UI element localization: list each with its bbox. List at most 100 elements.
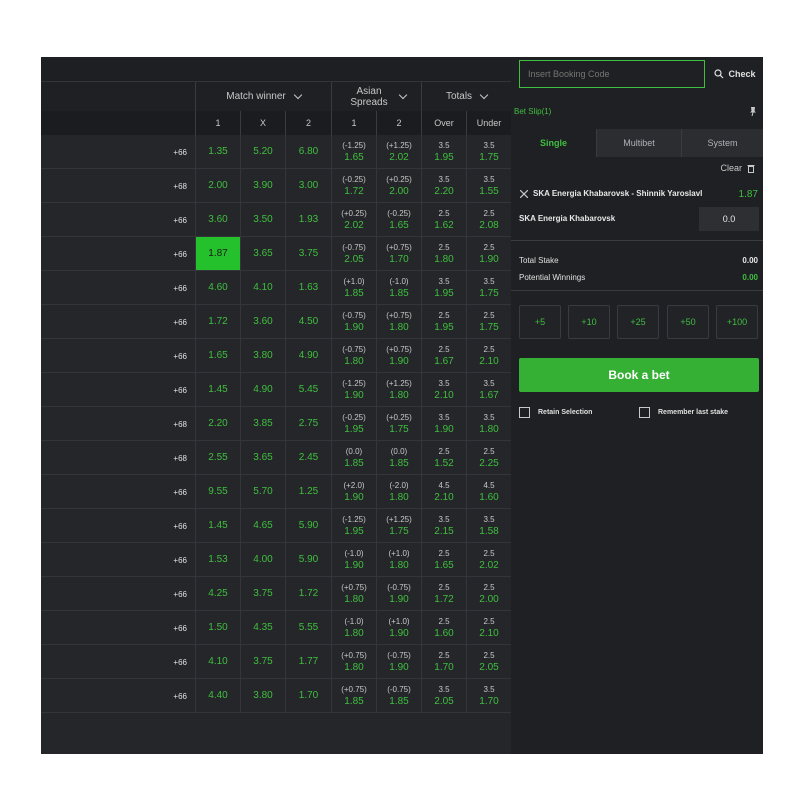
odd-spread-1[interactable]: (0.0) 1.85 bbox=[331, 441, 376, 474]
odd-over[interactable]: 2.5 1.67 bbox=[421, 339, 466, 372]
close-icon[interactable] bbox=[520, 190, 528, 198]
odd-home[interactable]: 1.65 bbox=[195, 339, 240, 372]
remember-last-stake-checkbox[interactable]: Remember last stake bbox=[639, 407, 728, 418]
odd-away[interactable]: 2.45 bbox=[285, 441, 331, 474]
more-markets-link[interactable]: +66 bbox=[161, 679, 187, 713]
odd-under[interactable]: 3.5 1.67 bbox=[466, 373, 511, 406]
odd-under[interactable]: 4.5 1.60 bbox=[466, 475, 511, 508]
odd-spread-1[interactable]: (+0.75) 1.85 bbox=[331, 679, 376, 712]
more-markets-link[interactable]: +68 bbox=[161, 169, 187, 203]
odd-draw[interactable]: 3.65 bbox=[240, 441, 285, 474]
market-totals[interactable]: Totals bbox=[421, 82, 511, 111]
odd-under[interactable]: 2.5 2.05 bbox=[466, 645, 511, 678]
odd-over[interactable]: 3.5 1.95 bbox=[421, 271, 466, 304]
odd-away[interactable]: 1.77 bbox=[285, 645, 331, 678]
more-markets-link[interactable]: +66 bbox=[161, 611, 187, 645]
odd-under[interactable]: 2.5 1.75 bbox=[466, 305, 511, 338]
retain-selection-checkbox[interactable]: Retain Selection bbox=[519, 407, 592, 418]
odd-spread-2[interactable]: (-2.0) 1.80 bbox=[376, 475, 421, 508]
odd-over[interactable]: 2.5 1.60 bbox=[421, 611, 466, 644]
tab-multibet[interactable]: Multibet bbox=[596, 129, 681, 157]
odd-spread-2[interactable]: (-1.0) 1.85 bbox=[376, 271, 421, 304]
odd-spread-2[interactable]: (+0.25) 1.75 bbox=[376, 407, 421, 440]
odd-away[interactable]: 1.25 bbox=[285, 475, 331, 508]
odd-under[interactable]: 2.5 2.25 bbox=[466, 441, 511, 474]
odd-spread-2[interactable]: (+1.25) 2.02 bbox=[376, 135, 421, 168]
odd-draw[interactable]: 5.20 bbox=[240, 135, 285, 168]
quick-stake-10[interactable]: +10 bbox=[568, 305, 610, 339]
odd-home[interactable]: 9.55 bbox=[195, 475, 240, 508]
odd-under[interactable]: 2.5 2.00 bbox=[466, 577, 511, 610]
more-markets-link[interactable]: +66 bbox=[161, 509, 187, 543]
odd-draw[interactable]: 3.80 bbox=[240, 339, 285, 372]
odd-spread-1[interactable]: (-1.25) 1.65 bbox=[331, 135, 376, 168]
odd-over[interactable]: 2.5 1.52 bbox=[421, 441, 466, 474]
more-markets-link[interactable]: +66 bbox=[161, 203, 187, 237]
odd-draw[interactable]: 3.60 bbox=[240, 305, 285, 338]
odd-spread-1[interactable]: (+1.0) 1.85 bbox=[331, 271, 376, 304]
odd-spread-1[interactable]: (-0.75) 1.80 bbox=[331, 339, 376, 372]
odd-away[interactable]: 3.00 bbox=[285, 169, 331, 202]
quick-stake-50[interactable]: +50 bbox=[667, 305, 709, 339]
odd-over[interactable]: 4.5 2.10 bbox=[421, 475, 466, 508]
more-markets-link[interactable]: +66 bbox=[161, 135, 187, 169]
more-markets-link[interactable]: +66 bbox=[161, 475, 187, 509]
more-markets-link[interactable]: +66 bbox=[161, 543, 187, 577]
odd-under[interactable]: 2.5 1.90 bbox=[466, 237, 511, 270]
odd-away[interactable]: 4.90 bbox=[285, 339, 331, 372]
odd-spread-1[interactable]: (-0.75) 1.90 bbox=[331, 305, 376, 338]
odd-spread-1[interactable]: (-1.25) 1.95 bbox=[331, 509, 376, 542]
odd-home[interactable]: 2.00 bbox=[195, 169, 240, 202]
stake-input[interactable] bbox=[699, 207, 759, 231]
odd-spread-2[interactable]: (-0.75) 1.90 bbox=[376, 645, 421, 678]
odd-spread-2[interactable]: (+1.0) 1.80 bbox=[376, 543, 421, 576]
market-asian-spreads[interactable]: Asian Spreads bbox=[331, 82, 421, 111]
odd-spread-2[interactable]: (-0.75) 1.90 bbox=[376, 577, 421, 610]
odd-draw[interactable]: 4.35 bbox=[240, 611, 285, 644]
book-a-bet-button[interactable]: Book a bet bbox=[519, 358, 759, 392]
tab-single[interactable]: Single bbox=[511, 129, 596, 157]
odd-home[interactable]: 1.72 bbox=[195, 305, 240, 338]
odd-over[interactable]: 3.5 2.15 bbox=[421, 509, 466, 542]
odd-over[interactable]: 3.5 2.20 bbox=[421, 169, 466, 202]
odd-draw[interactable]: 3.90 bbox=[240, 169, 285, 202]
odd-over[interactable]: 2.5 1.95 bbox=[421, 305, 466, 338]
odd-home[interactable]: 1.35 bbox=[195, 135, 240, 168]
odd-under[interactable]: 2.5 2.10 bbox=[466, 611, 511, 644]
odd-spread-1[interactable]: (+2.0) 1.90 bbox=[331, 475, 376, 508]
odd-spread-1[interactable]: (-0.75) 2.05 bbox=[331, 237, 376, 270]
odd-over[interactable]: 2.5 1.70 bbox=[421, 645, 466, 678]
odd-spread-2[interactable]: (+0.25) 2.00 bbox=[376, 169, 421, 202]
odd-away[interactable]: 5.55 bbox=[285, 611, 331, 644]
odd-away[interactable]: 1.70 bbox=[285, 679, 331, 712]
odd-over[interactable]: 3.5 1.95 bbox=[421, 135, 466, 168]
odd-spread-2[interactable]: (-0.25) 1.65 bbox=[376, 203, 421, 236]
odd-home[interactable]: 4.60 bbox=[195, 271, 240, 304]
odd-home[interactable]: 1.87 bbox=[195, 237, 240, 270]
odd-home[interactable]: 2.55 bbox=[195, 441, 240, 474]
odd-home[interactable]: 4.25 bbox=[195, 577, 240, 610]
odd-spread-2[interactable]: (+0.75) 1.80 bbox=[376, 305, 421, 338]
more-markets-link[interactable]: +66 bbox=[161, 237, 187, 271]
odd-over[interactable]: 3.5 2.05 bbox=[421, 679, 466, 712]
odd-spread-1[interactable]: (-1.25) 1.90 bbox=[331, 373, 376, 406]
odd-away[interactable]: 6.80 bbox=[285, 135, 331, 168]
odd-over[interactable]: 2.5 1.62 bbox=[421, 203, 466, 236]
odd-under[interactable]: 3.5 1.80 bbox=[466, 407, 511, 440]
more-markets-link[interactable]: +66 bbox=[161, 305, 187, 339]
odd-spread-2[interactable]: (+1.25) 1.75 bbox=[376, 509, 421, 542]
odd-under[interactable]: 2.5 2.10 bbox=[466, 339, 511, 372]
odd-under[interactable]: 2.5 2.02 bbox=[466, 543, 511, 576]
odd-spread-1[interactable]: (+0.75) 1.80 bbox=[331, 645, 376, 678]
odd-spread-2[interactable]: (+1.25) 1.80 bbox=[376, 373, 421, 406]
odd-away[interactable]: 5.45 bbox=[285, 373, 331, 406]
more-markets-link[interactable]: +68 bbox=[161, 441, 187, 475]
odd-spread-2[interactable]: (-0.75) 1.85 bbox=[376, 679, 421, 712]
odd-home[interactable]: 1.50 bbox=[195, 611, 240, 644]
odd-spread-1[interactable]: (-1.0) 1.90 bbox=[331, 543, 376, 576]
odd-home[interactable]: 2.20 bbox=[195, 407, 240, 440]
odd-draw[interactable]: 4.90 bbox=[240, 373, 285, 406]
odd-spread-2[interactable]: (+0.75) 1.90 bbox=[376, 339, 421, 372]
odd-home[interactable]: 4.40 bbox=[195, 679, 240, 712]
more-markets-link[interactable]: +66 bbox=[161, 645, 187, 679]
